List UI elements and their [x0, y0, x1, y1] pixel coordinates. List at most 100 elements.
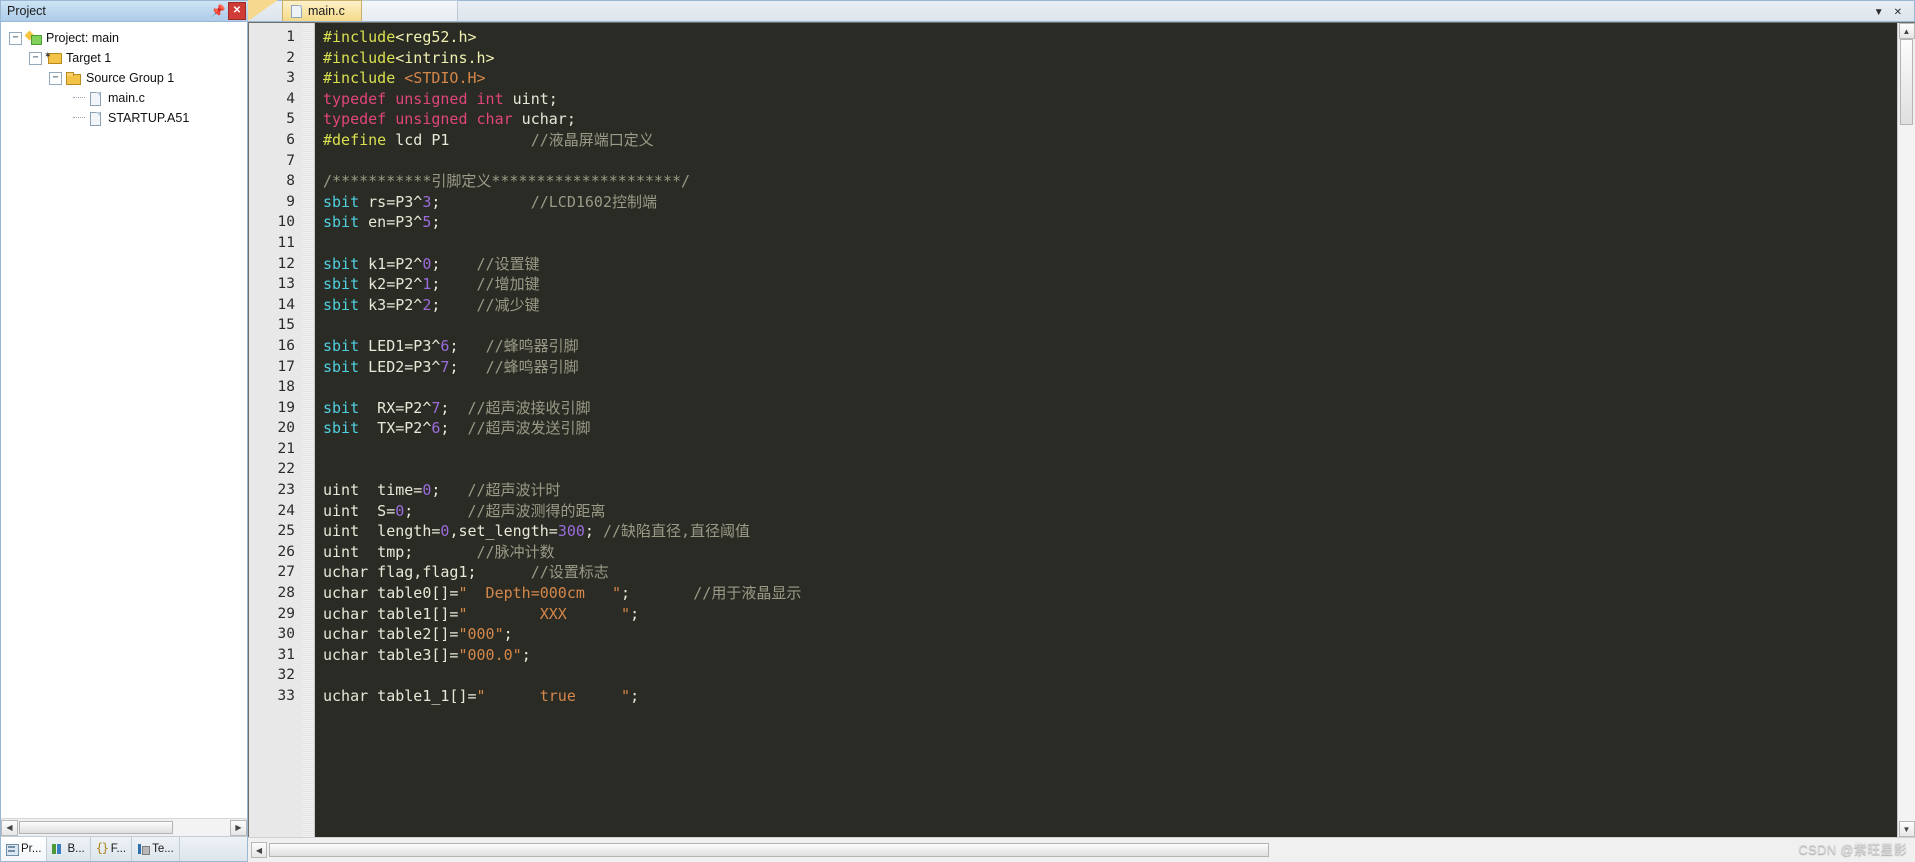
scroll-up-button[interactable]: ▲ — [1898, 23, 1915, 39]
tree-item-source-group-1[interactable]: − Source Group 1 — [1, 68, 247, 88]
code-token: TX=P2^ — [359, 419, 432, 438]
tree-item-label: main.c — [108, 91, 145, 105]
code-token: /***********引脚定义*********************/ — [323, 172, 691, 191]
tree-item-startup-a51[interactable]: STARTUP.A51 — [1, 108, 247, 128]
code-token: rs=P3^ — [359, 192, 423, 211]
templates-icon — [137, 843, 151, 855]
code-token: LED1=P3^ — [359, 336, 441, 355]
code-token: sbit — [323, 254, 360, 273]
code-line: uint length=0,set_length=300; //缺陷直径,直径阈… — [323, 521, 1897, 542]
code-line: sbit LED2=P3^7; //蜂鸣器引脚 — [323, 357, 1897, 378]
code-line: sbit RX=P2^7; //超声波接收引脚 — [323, 398, 1897, 419]
scroll-down-button[interactable]: ▼ — [1898, 821, 1915, 837]
project-horizontal-scrollbar[interactable]: ◀ ▶ — [1, 818, 247, 836]
tree-item-project-main[interactable]: − Project: main — [1, 28, 247, 48]
top-row: Project 📌 ✕ main.c ▼ ✕ — [0, 0, 1915, 22]
code-token: sbit — [323, 336, 360, 355]
tab-main-c[interactable]: main.c — [282, 0, 362, 21]
code-token: sbit — [323, 213, 360, 232]
line-number: 29 — [277, 605, 295, 622]
keil-uvision-window: Project 📌 ✕ main.c ▼ ✕ − Project: main −… — [0, 0, 1915, 862]
code-token: uchar table0[]= — [323, 584, 459, 603]
line-number: 30 — [277, 626, 295, 643]
code-text-area[interactable]: #include<reg52.h> #include<intrins.h> #inc… — [315, 23, 1897, 837]
chevron-down-icon[interactable]: ▼ — [1874, 7, 1884, 18]
code-token: ; — [431, 481, 468, 500]
code-token: //增加键 — [476, 275, 540, 294]
line-number: 20 — [277, 420, 295, 437]
code-token: "000" — [458, 625, 504, 644]
scroll-right-button[interactable]: ▶ — [230, 819, 247, 836]
scrollbar-thumb[interactable] — [269, 843, 1269, 857]
code-token: sbit — [323, 295, 360, 314]
scrollbar-thumb[interactable] — [1900, 39, 1913, 125]
line-number: 27 — [277, 564, 295, 581]
bottom-tab-templates[interactable]: Te... — [132, 837, 180, 861]
line-number: 26 — [277, 543, 295, 560]
code-token: uint length= — [323, 522, 441, 541]
code-line: uchar table3[]="000.0"; — [323, 645, 1897, 666]
code-line: sbit k3=P2^2; //减少键 — [323, 295, 1897, 316]
editor-body: 1 2 3 4 5 6 7 8 9 10 11 12 13 14 15 16 17 18 19 20 21 22 23 24 2… — [248, 22, 1915, 837]
line-number: 22 — [277, 461, 295, 478]
scrollbar-thumb[interactable] — [19, 821, 173, 834]
line-number: 19 — [277, 399, 295, 416]
code-token: //设置标志 — [530, 563, 609, 582]
tree-item-label: STARTUP.A51 — [108, 111, 190, 125]
bottom-tab-functions[interactable]: F... — [91, 837, 133, 861]
code-token: sbit — [323, 192, 360, 211]
code-token: //LCD1602控制端 — [530, 192, 657, 211]
file-icon — [87, 91, 103, 106]
code-token: #include — [323, 28, 396, 46]
code-token: typedef unsigned char — [323, 110, 513, 129]
close-icon[interactable]: ✕ — [1894, 7, 1902, 18]
scroll-left-button[interactable]: ◀ — [251, 842, 267, 858]
code-token: ; — [630, 687, 640, 705]
code-token: k3=P2^ — [359, 295, 423, 314]
code-token: //减少键 — [476, 295, 540, 314]
document-icon — [291, 4, 302, 18]
code-token: ; — [449, 357, 486, 376]
expander-icon[interactable]: − — [29, 51, 42, 65]
line-number: 33 — [277, 688, 295, 704]
line-number: 23 — [277, 482, 295, 499]
code-token: <reg52.h> — [395, 28, 477, 46]
line-number: 6 — [286, 131, 295, 148]
project-panel-caption: Project 📌 ✕ — [0, 0, 248, 22]
editor-vertical-scrollbar[interactable]: ▲ ▼ — [1897, 23, 1915, 837]
scrollbar-track[interactable] — [1898, 125, 1915, 821]
code-token: ; — [440, 419, 468, 438]
code-line: uchar table1_1[]=" true "; — [323, 686, 1897, 707]
line-number: 25 — [277, 523, 295, 540]
tree-item-target-1[interactable]: − Target 1 — [1, 48, 247, 68]
tree-item-main-c[interactable]: main.c — [1, 88, 247, 108]
code-token: " XXX " — [458, 604, 631, 623]
scrollbar-track[interactable] — [174, 819, 230, 836]
line-number: 3 — [286, 70, 295, 87]
code-token: ; — [521, 645, 531, 664]
close-icon[interactable]: ✕ — [228, 2, 246, 20]
pin-icon[interactable]: 📌 — [210, 3, 226, 19]
code-token: //超声波发送引脚 — [467, 419, 591, 438]
code-token: //超声波测得的距离 — [467, 501, 606, 520]
code-token: //脉冲计数 — [476, 542, 555, 561]
line-number: 14 — [277, 296, 295, 313]
project-panel-title: Project — [7, 4, 46, 18]
code-token: sbit — [323, 419, 360, 438]
bottom-tab-books[interactable]: B... — [47, 837, 91, 861]
code-line: #include <STDIO.H> — [323, 68, 1897, 89]
expander-icon[interactable]: − — [9, 31, 22, 45]
bottom-tab-label: Te... — [152, 843, 174, 855]
bottom-tab-project[interactable]: Pr... — [1, 837, 48, 861]
code-token: k2=P2^ — [359, 275, 423, 294]
code-line: sbit k2=P2^1; //增加键 — [323, 274, 1897, 295]
line-number: 15 — [277, 317, 295, 334]
code-line: #include<intrins.h> — [323, 48, 1897, 69]
editor-horizontal-scrollbar[interactable]: ◀ — [248, 837, 1915, 862]
code-token: //设置键 — [476, 254, 540, 273]
expander-icon[interactable]: − — [49, 71, 62, 85]
scroll-left-button[interactable]: ◀ — [1, 819, 18, 836]
code-token: lcd P1 — [386, 130, 531, 149]
code-line: uint S=0; //超声波测得的距离 — [323, 501, 1897, 522]
